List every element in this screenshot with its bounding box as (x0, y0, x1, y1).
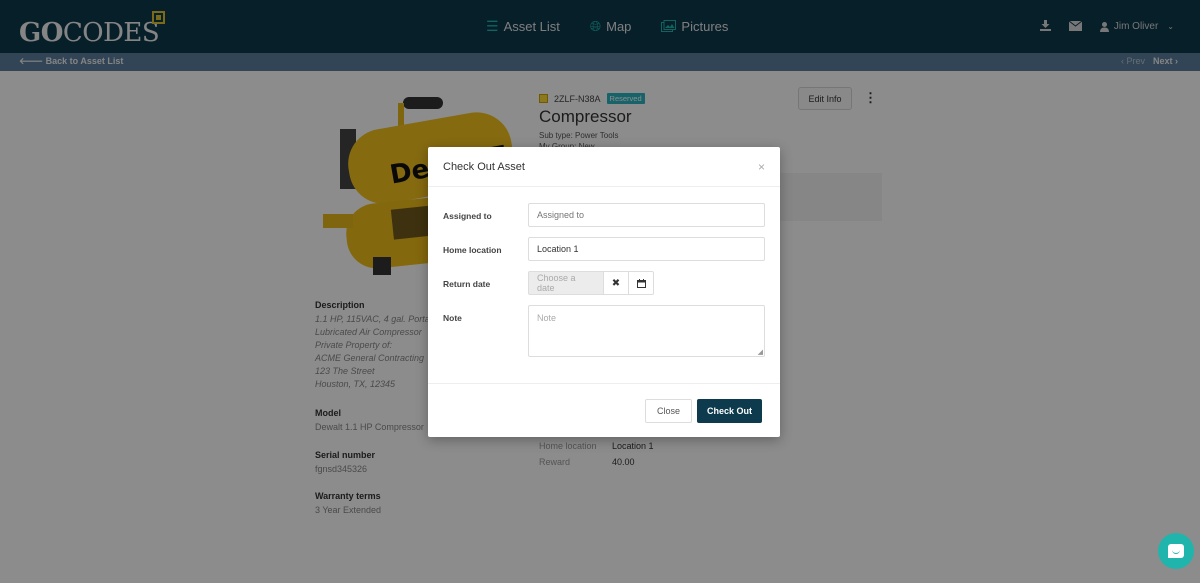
chat-launcher-button[interactable] (1158, 533, 1194, 569)
check-out-button[interactable]: Check Out (697, 399, 762, 423)
assigned-to-label: Assigned to (443, 211, 492, 221)
note-row: Note Note ◢ (443, 305, 765, 357)
x-icon: ✖ (611, 277, 621, 289)
check-out-modal: Check Out Asset × Assigned to Home locat… (428, 147, 780, 437)
note-textarea[interactable]: Note ◢ (528, 305, 765, 357)
close-button[interactable]: Close (645, 399, 692, 423)
home-location-row: Home location Location 1 (443, 237, 765, 261)
clear-date-button[interactable]: ✖ (604, 271, 629, 295)
modal-header: Check Out Asset × (428, 147, 780, 187)
chat-icon (1168, 544, 1184, 558)
modal-title: Check Out Asset (443, 161, 525, 173)
assigned-to-row: Assigned to (443, 203, 765, 227)
home-location-label: Home location (443, 245, 502, 255)
return-date-input[interactable]: Choose a date (528, 271, 604, 295)
return-date-group: Choose a date ✖ (528, 271, 654, 295)
home-location-select[interactable]: Location 1 (528, 237, 765, 261)
note-label: Note (443, 313, 462, 323)
assigned-to-input[interactable] (528, 203, 765, 227)
return-date-row: Return date Choose a date ✖ (443, 271, 654, 295)
return-date-label: Return date (443, 279, 491, 289)
resize-grip-icon[interactable]: ◢ (758, 348, 763, 356)
close-icon[interactable]: × (758, 160, 765, 174)
modal-footer: Close Check Out (428, 383, 780, 437)
calendar-icon (636, 278, 646, 288)
calendar-button[interactable] (629, 271, 654, 295)
note-placeholder: Note (537, 313, 557, 323)
